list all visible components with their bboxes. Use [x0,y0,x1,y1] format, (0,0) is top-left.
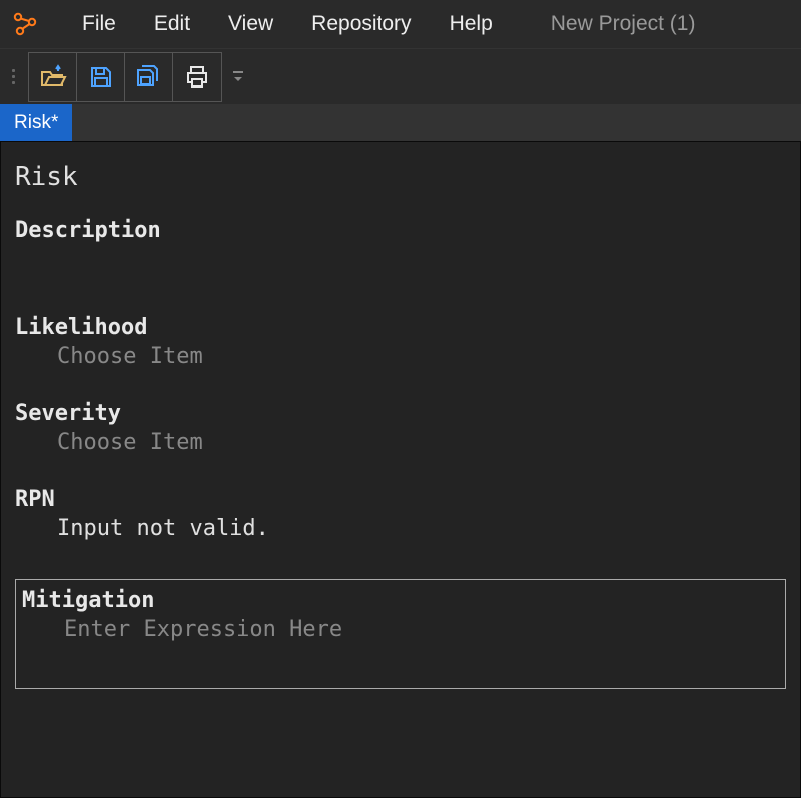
description-label: Description [15,218,786,243]
open-button[interactable] [29,53,77,101]
tab-risk[interactable]: Risk* [0,104,72,141]
save-icon [88,64,114,90]
menu-view[interactable]: View [212,6,289,42]
mitigation-block[interactable]: Mitigation Enter Expression Here [15,579,786,689]
page-title: Risk [15,162,786,192]
chevron-down-icon [232,70,244,84]
menubar: File Edit View Repository Help New Proje… [0,0,801,48]
toolbar-drag-handle-icon[interactable] [8,60,22,94]
mitigation-input[interactable]: Enter Expression Here [22,613,779,648]
mitigation-label: Mitigation [22,588,779,613]
open-folder-icon [39,63,67,91]
severity-label: Severity [15,401,786,426]
toolbar [0,48,801,104]
menu-repository[interactable]: Repository [295,6,427,42]
likelihood-label: Likelihood [15,315,786,340]
menu-edit[interactable]: Edit [138,6,206,42]
save-all-icon [135,63,163,91]
toolbar-group [28,52,222,102]
toolbar-overflow-button[interactable] [232,70,244,84]
rpn-value: Input not valid. [15,512,786,565]
menu-help[interactable]: Help [434,6,509,42]
rpn-label: RPN [15,487,786,512]
save-button[interactable] [77,53,125,101]
form-panel: Risk Description Likelihood Choose Item … [0,142,801,798]
print-button[interactable] [173,53,221,101]
severity-select[interactable]: Choose Item [15,426,786,479]
project-name-label: New Project (1) [551,12,696,36]
likelihood-select[interactable]: Choose Item [15,340,786,393]
tabbar: Risk* [0,104,801,142]
print-icon [184,64,210,90]
app-logo-icon [10,9,40,39]
description-input[interactable] [15,243,786,307]
save-all-button[interactable] [125,53,173,101]
menu-file[interactable]: File [66,6,132,42]
